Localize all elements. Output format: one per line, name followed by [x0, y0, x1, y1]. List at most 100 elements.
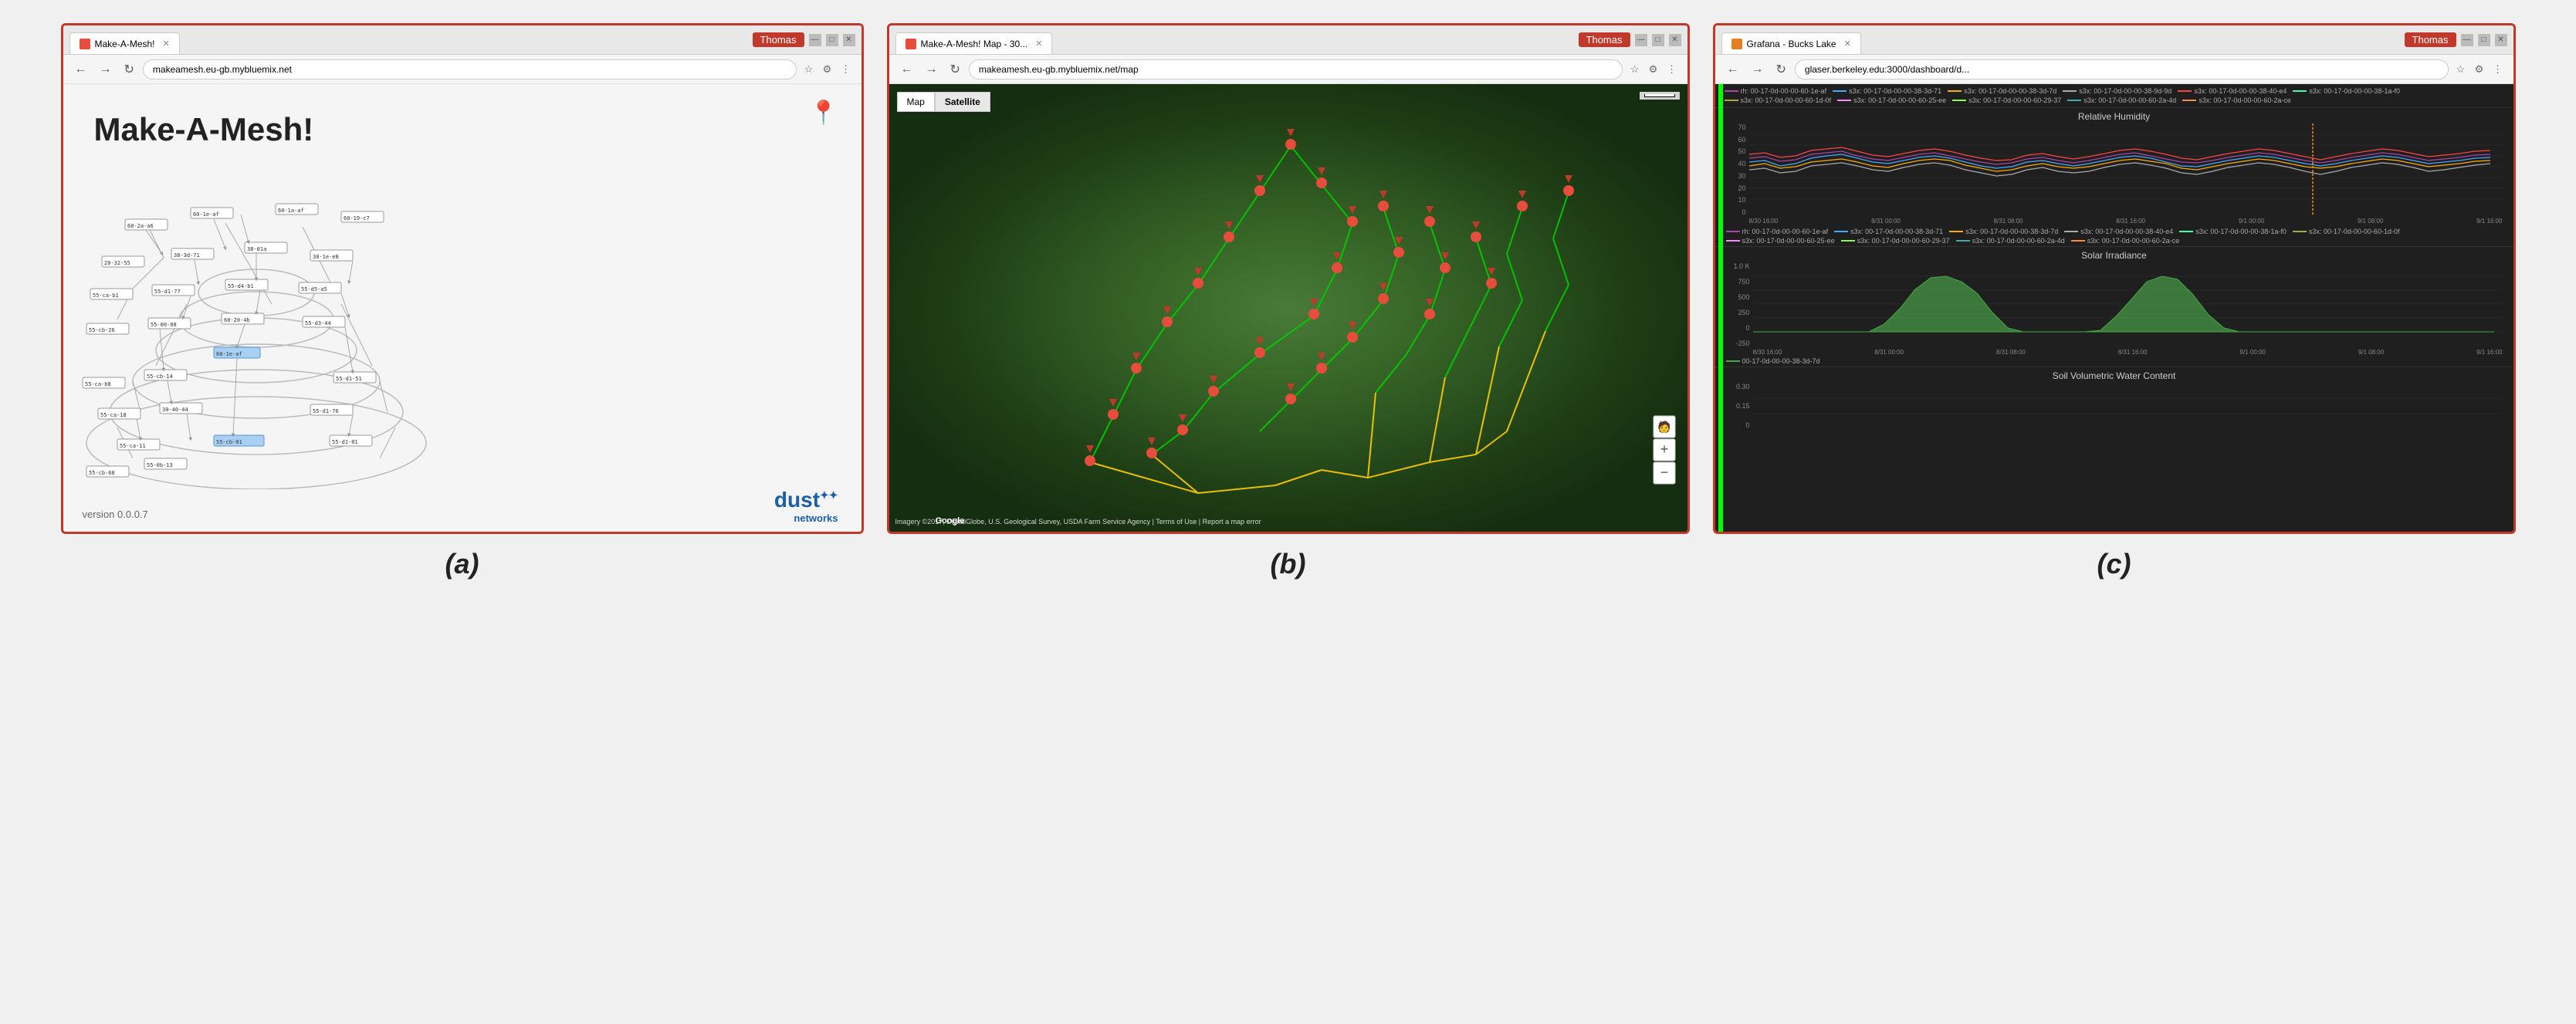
address-bar-c[interactable] [1795, 59, 2449, 79]
extension-icon-a[interactable]: ⚙ [820, 62, 835, 77]
close-btn-a[interactable]: ✕ [843, 34, 855, 46]
user-badge-c: Thomas [2405, 32, 2456, 47]
chart-solar-title: Solar Irradiance [1726, 250, 2503, 261]
menu-icon-a[interactable]: ⋮ [838, 62, 854, 77]
chart-humidity-plot [1749, 123, 2503, 216]
legend2-3: s3x: 00-17-0d-00-00-38-40-e4 [2064, 228, 2173, 235]
menu-icon-c[interactable]: ⋮ [2490, 62, 2506, 77]
panel-c-content: rh: 00-17-0d-00-00-60-1e-af s3x: 00-17-0… [1715, 84, 2513, 532]
legend2-1: s3x: 00-17-0d-00-00-38-3d-71 [1834, 228, 1943, 235]
y-axis-solar: 1.0 K7505002500-250 [1726, 262, 1753, 347]
soil-svg [1753, 383, 2503, 429]
forward-btn-b[interactable]: → [922, 61, 942, 78]
minimize-btn-c[interactable]: — [2461, 34, 2473, 46]
menu-icon-b[interactable]: ⋮ [1664, 62, 1680, 77]
caption-c: (c) [1713, 548, 2516, 580]
dust-logo: dust✦✦ networks [774, 488, 838, 524]
svg-text:60-19-c7: 60-19-c7 [344, 215, 370, 221]
svg-text:55-ca-b1: 55-ca-b1 [93, 292, 119, 299]
svg-text:55-d5-a5: 55-d5-a5 [301, 286, 327, 292]
maximize-btn-b[interactable]: □ [1652, 34, 1664, 46]
tab-favicon-b [905, 39, 916, 49]
legend-item-6: s3x: 00-17-0d-00-00-60-1d-0f [1725, 96, 1832, 104]
grafana-legend-2: rh: 00-17-0d-00-00-60-1e-af s3x: 00-17-0… [1715, 226, 2513, 246]
window-controls-a: — □ ✕ [809, 34, 855, 46]
toolbar-icons-c: ☆ ⚙ ⋮ [2453, 62, 2506, 77]
solar-svg [1753, 262, 2503, 347]
address-bar-a[interactable] [143, 59, 797, 79]
titlebar-c: Grafana - Bucks Lake ✕ Thomas — □ ✕ [1715, 25, 2513, 55]
tab-close-b[interactable]: ✕ [1035, 39, 1042, 49]
chart-solar-area: 1.0 K7505002500-250 [1726, 262, 2503, 347]
window-controls-c: — □ ✕ [2461, 34, 2507, 46]
map-pin-icon: 📍 [809, 100, 838, 127]
window-a: Make-A-Mesh! ✕ Thomas — □ ✕ ← → ↻ ☆ ⚙ ⋮ [61, 23, 864, 534]
legend-item-4: s3x: 00-17-0d-00-00-38-40-e4 [2178, 87, 2287, 95]
svg-text:+: + [1660, 441, 1668, 457]
extension-icon-b[interactable]: ⚙ [1646, 62, 1661, 77]
forward-btn-c[interactable]: → [1748, 61, 1768, 78]
forward-btn-a[interactable]: → [96, 61, 116, 78]
svg-text:60-2a-a6: 60-2a-a6 [127, 223, 154, 229]
window-b: Make-A-Mesh! Map - 30... ✕ Thomas — □ ✕ … [887, 23, 1690, 534]
user-badge-b: Thomas [1579, 32, 1630, 47]
y-axis-soil: 0.300.150 [1726, 383, 1753, 429]
tab-close-a[interactable]: ✕ [163, 39, 170, 49]
tab-area-a: Make-A-Mesh! ✕ [69, 25, 748, 54]
legend-item-rh: rh: 00-17-0d-00-00-60-1e-af [1725, 87, 1827, 95]
bookmark-icon-c[interactable]: ☆ [2453, 62, 2469, 77]
svg-text:55-00-08: 55-00-08 [151, 322, 177, 328]
svg-text:38-01a: 38-01a [247, 246, 266, 252]
minimize-btn-a[interactable]: — [809, 34, 821, 46]
grafana-legend-top: rh: 00-17-0d-00-00-60-1e-af s3x: 00-17-0… [1715, 84, 2513, 107]
close-btn-b[interactable]: ✕ [1669, 34, 1681, 46]
svg-text:🧑: 🧑 [1657, 420, 1671, 434]
legend-item-1: s3x: 00-17-0d-00-00-38-3d-71 [1833, 87, 1941, 95]
toolbar-icons-a: ☆ ⚙ ⋮ [801, 62, 854, 77]
map-btn-satellite[interactable]: Satellite [935, 92, 990, 112]
svg-text:55-ca-18: 55-ca-18 [100, 412, 127, 418]
maximize-btn-c[interactable]: □ [2478, 34, 2490, 46]
svg-text:55-d1-51: 55-d1-51 [336, 376, 362, 382]
tab-label-a: Make-A-Mesh! [95, 39, 155, 49]
humidity-svg [1749, 123, 2503, 216]
dust-logo-sub: networks [774, 512, 838, 524]
caption-a: (a) [61, 548, 864, 580]
tab-close-c[interactable]: ✕ [1844, 39, 1851, 49]
x-axis-solar: 8/30 16:008/31 00:008/31 08:008/31 16:00… [1726, 349, 2503, 356]
back-btn-a[interactable]: ← [71, 61, 91, 78]
map-btn-map[interactable]: Map [897, 92, 935, 112]
solar-legend: 00-17-0d-00-00-38-3d-7d [1726, 356, 2503, 365]
legend-item-7: s3x: 00-17-0d-00-00-60-25-ee [1837, 96, 1946, 104]
legend-item-10: s3x: 00-17-0d-00-00-60-2a-ce [2182, 96, 2291, 104]
mesh-version: version 0.0.0.7 [83, 509, 148, 520]
tab-map[interactable]: Make-A-Mesh! Map - 30... ✕ [895, 32, 1053, 54]
panel-b-content: Map Satellite [889, 84, 1687, 532]
reload-btn-c[interactable]: ↻ [1772, 60, 1790, 79]
tab-area-b: Make-A-Mesh! Map - 30... ✕ [895, 25, 1574, 54]
extension-icon-c[interactable]: ⚙ [2472, 62, 2487, 77]
map-scale [1640, 92, 1680, 100]
legend-item-9: s3x: 00-17-0d-00-00-60-2a-4d [2067, 96, 2176, 104]
bookmark-icon-b[interactable]: ☆ [1627, 62, 1643, 77]
legend2-4: s3x: 00-17-0d-00-00-38-1a-f0 [2179, 228, 2287, 235]
legend2-5: s3x: 00-17-0d-00-00-60-1d-0f [2293, 228, 2400, 235]
reload-btn-b[interactable]: ↻ [946, 60, 964, 79]
tab-grafana[interactable]: Grafana - Bucks Lake ✕ [1721, 32, 1861, 54]
maximize-btn-a[interactable]: □ [826, 34, 838, 46]
back-btn-c[interactable]: ← [1723, 61, 1743, 78]
back-btn-b[interactable]: ← [897, 61, 917, 78]
tab-favicon-c [1731, 39, 1742, 49]
x-axis-humidity: 8/30 16:008/31 00:008/31 08:008/31 16:00… [1726, 218, 2503, 225]
bookmark-icon-a[interactable]: ☆ [801, 62, 817, 77]
svg-text:55-d1-77: 55-d1-77 [154, 289, 181, 295]
minimize-btn-b[interactable]: — [1635, 34, 1647, 46]
legend2-8: s3x: 00-17-0d-00-00-60-2a-4d [1956, 237, 2065, 245]
tab-make-a-mesh[interactable]: Make-A-Mesh! ✕ [69, 32, 180, 54]
close-btn-c[interactable]: ✕ [2495, 34, 2507, 46]
window-controls-b: — □ ✕ [1635, 34, 1681, 46]
address-bar-b[interactable] [969, 59, 1623, 79]
reload-btn-a[interactable]: ↻ [120, 60, 138, 79]
svg-text:60-1e-af: 60-1e-af [216, 351, 242, 357]
toolbar-b: ← → ↻ ☆ ⚙ ⋮ [889, 55, 1687, 84]
